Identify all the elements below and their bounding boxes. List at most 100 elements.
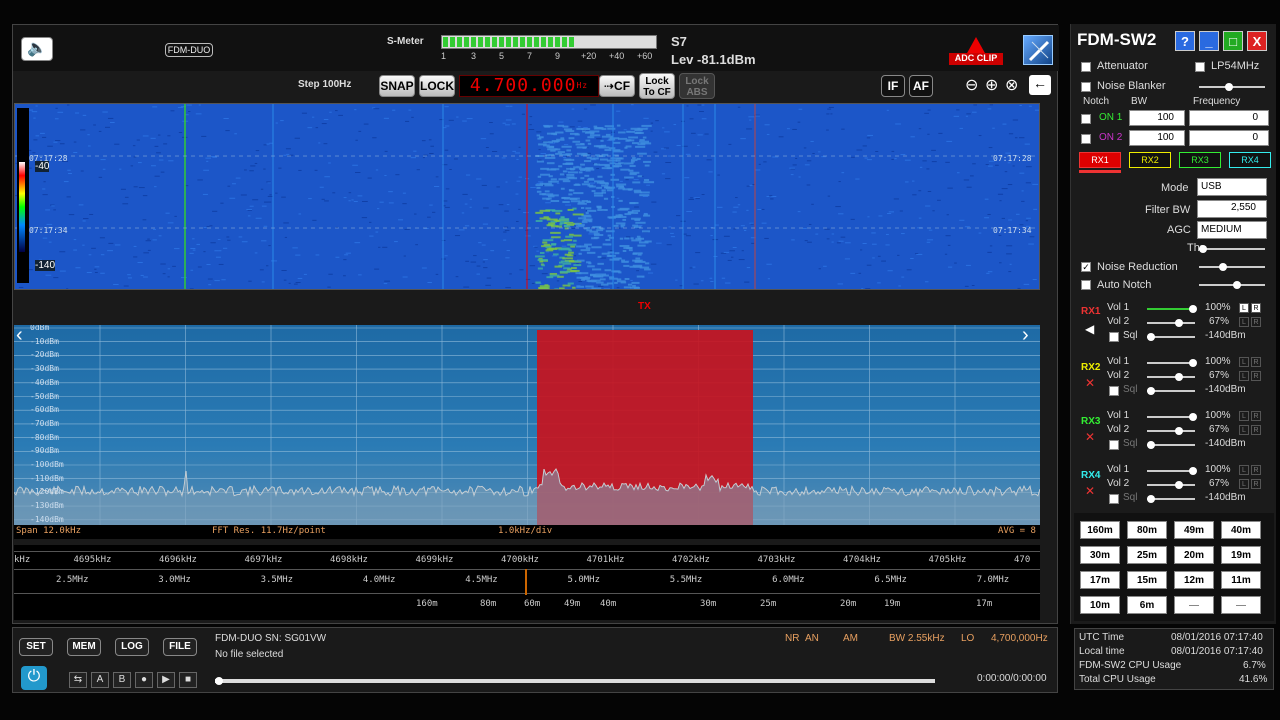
- lr-toggle[interactable]: L: [1239, 425, 1249, 435]
- notch2-checkbox[interactable]: [1081, 134, 1091, 144]
- lock-button[interactable]: LOCK: [419, 75, 455, 97]
- notch1-freq[interactable]: 0: [1189, 110, 1269, 126]
- lr-toggle[interactable]: L: [1239, 303, 1249, 313]
- band-button[interactable]: —: [1221, 596, 1261, 614]
- rx-tab-4[interactable]: RX4: [1229, 152, 1271, 168]
- attenuator-checkbox[interactable]: [1081, 62, 1091, 72]
- notch1-bw[interactable]: 100: [1129, 110, 1185, 126]
- band-button[interactable]: 49m: [1174, 521, 1214, 539]
- waterfall-display[interactable]: -40 -140 07:17:28 07:17:34 07:17:28 07:1…: [14, 103, 1040, 290]
- frequency-display[interactable]: 4.700.000Hz: [459, 75, 599, 97]
- filter-bw-input[interactable]: 2,550: [1197, 200, 1267, 218]
- zoom-reset-icon[interactable]: ⊗: [1005, 75, 1018, 95]
- noise-reduction-checkbox[interactable]: ✓: [1081, 262, 1091, 272]
- sql-checkbox[interactable]: [1109, 386, 1119, 396]
- slider-knob[interactable]: [1225, 83, 1233, 91]
- rx-vol2-slider[interactable]: [1147, 481, 1195, 489]
- band-button[interactable]: 25m: [1127, 546, 1167, 564]
- lr-toggle[interactable]: R: [1251, 411, 1261, 421]
- lr-toggle[interactable]: L: [1239, 465, 1249, 475]
- nav-left-arrow[interactable]: ‹: [16, 324, 23, 347]
- slider-knob[interactable]: [1175, 481, 1183, 489]
- slider-knob[interactable]: [1147, 333, 1155, 341]
- rx-vol1-slider[interactable]: [1147, 305, 1197, 313]
- slider-knob[interactable]: [1147, 495, 1155, 503]
- tool-button[interactable]: [1023, 35, 1053, 65]
- a-button[interactable]: A: [91, 672, 109, 688]
- sql-checkbox[interactable]: [1109, 440, 1119, 450]
- slider-knob[interactable]: [1189, 413, 1197, 421]
- lr-toggle[interactable]: R: [1251, 479, 1261, 489]
- rx-tab-3[interactable]: RX3: [1179, 152, 1221, 168]
- slider-knob[interactable]: [1175, 427, 1183, 435]
- minimize-button[interactable]: _: [1199, 31, 1219, 51]
- rx-tab-1[interactable]: RX1: [1079, 152, 1121, 168]
- band-button[interactable]: 80m: [1127, 521, 1167, 539]
- band-button[interactable]: 160m: [1080, 521, 1120, 539]
- if-button[interactable]: IF: [881, 75, 905, 97]
- noise-blanker-slider[interactable]: [1199, 83, 1265, 91]
- mute-speaker-icon[interactable]: ✕: [1085, 376, 1095, 390]
- rx-vol2-slider[interactable]: [1147, 373, 1195, 381]
- cf-button[interactable]: ⇢CF: [599, 75, 635, 97]
- agc-select[interactable]: MEDIUM: [1197, 221, 1267, 239]
- auto-notch-checkbox[interactable]: [1081, 280, 1091, 290]
- mute-speaker-icon[interactable]: ✕: [1085, 484, 1095, 498]
- band-button[interactable]: 30m: [1080, 546, 1120, 564]
- rx-vol2-slider[interactable]: [1147, 427, 1195, 435]
- zoom-in-icon[interactable]: ⊕: [985, 75, 998, 95]
- loop-button[interactable]: ⇆: [69, 672, 87, 688]
- lr-toggle[interactable]: L: [1239, 479, 1249, 489]
- play-button[interactable]: ▶: [157, 672, 175, 688]
- rx-vol1-slider[interactable]: [1147, 413, 1197, 421]
- lr-toggle[interactable]: L: [1239, 357, 1249, 367]
- stop-button[interactable]: ■: [179, 672, 197, 688]
- band-button[interactable]: 20m: [1174, 546, 1214, 564]
- sql-slider[interactable]: [1147, 387, 1195, 395]
- lr-toggle[interactable]: R: [1251, 317, 1261, 327]
- slider-knob[interactable]: [1199, 245, 1207, 253]
- lr-toggle[interactable]: L: [1239, 411, 1249, 421]
- lock-to-cf-button[interactable]: Lock To CF: [639, 73, 675, 99]
- help-button[interactable]: ?: [1175, 31, 1195, 51]
- sql-slider[interactable]: [1147, 333, 1195, 341]
- playback-slider[interactable]: [215, 677, 935, 685]
- band-button[interactable]: 6m: [1127, 596, 1167, 614]
- band-button[interactable]: 19m: [1221, 546, 1261, 564]
- playback-knob[interactable]: [215, 677, 223, 685]
- lr-toggle[interactable]: R: [1251, 425, 1261, 435]
- lr-toggle[interactable]: L: [1239, 317, 1249, 327]
- slider-knob[interactable]: [1175, 373, 1183, 381]
- band-button[interactable]: —: [1174, 596, 1214, 614]
- lp54-checkbox[interactable]: [1195, 62, 1205, 72]
- noise-reduction-slider[interactable]: [1199, 263, 1265, 271]
- snap-button[interactable]: SNAP: [379, 75, 415, 97]
- lr-toggle[interactable]: L: [1239, 371, 1249, 381]
- lr-toggle[interactable]: R: [1251, 357, 1261, 367]
- mute-speaker-icon[interactable]: ✕: [1085, 430, 1095, 444]
- sql-slider[interactable]: [1147, 495, 1195, 503]
- slider-knob[interactable]: [1175, 319, 1183, 327]
- mute-speaker-icon[interactable]: ◀: [1085, 322, 1094, 336]
- back-arrow-icon[interactable]: ←: [1029, 75, 1051, 95]
- notch2-freq[interactable]: 0: [1189, 130, 1269, 146]
- log-button[interactable]: LOG: [115, 638, 149, 656]
- slider-knob[interactable]: [1189, 305, 1197, 313]
- nav-right-arrow[interactable]: ›: [1022, 324, 1029, 347]
- notch1-checkbox[interactable]: [1081, 114, 1091, 124]
- sql-slider[interactable]: [1147, 441, 1195, 449]
- band-button[interactable]: 15m: [1127, 571, 1167, 589]
- rx-vol1-slider[interactable]: [1147, 467, 1197, 475]
- zoom-out-icon[interactable]: ⊖: [965, 75, 978, 95]
- lr-toggle[interactable]: R: [1251, 465, 1261, 475]
- band-button[interactable]: 40m: [1221, 521, 1261, 539]
- notch2-bw[interactable]: 100: [1129, 130, 1185, 146]
- band-button[interactable]: 10m: [1080, 596, 1120, 614]
- noise-blanker-checkbox[interactable]: [1081, 82, 1091, 92]
- record-button[interactable]: ●: [135, 672, 153, 688]
- lr-toggle[interactable]: R: [1251, 303, 1261, 313]
- slider-knob[interactable]: [1189, 467, 1197, 475]
- lr-toggle[interactable]: R: [1251, 371, 1261, 381]
- power-button[interactable]: ⏻: [21, 666, 47, 690]
- slider-knob[interactable]: [1219, 263, 1227, 271]
